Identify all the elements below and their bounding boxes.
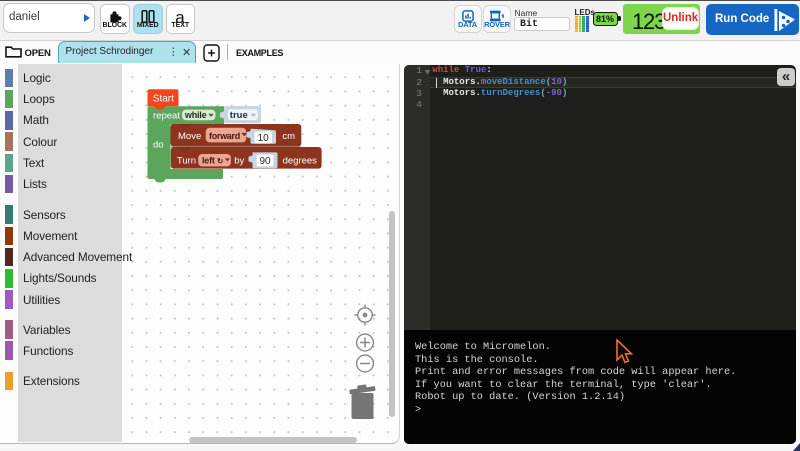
svg-text:degrees: degrees bbox=[283, 155, 318, 166]
svg-text:forward: forward bbox=[209, 131, 240, 141]
svg-text:left ↻: left ↻ bbox=[202, 156, 224, 166]
svg-text:Turn: Turn bbox=[177, 155, 196, 166]
svg-text:by: by bbox=[234, 155, 244, 166]
svg-text:10: 10 bbox=[258, 133, 270, 144]
svg-text:cm: cm bbox=[282, 131, 295, 142]
svg-text:90: 90 bbox=[259, 156, 271, 167]
svg-text:while: while bbox=[184, 110, 207, 120]
svg-text:repeat: repeat bbox=[153, 111, 180, 122]
svg-text:Move: Move bbox=[178, 131, 201, 142]
svg-text:do: do bbox=[153, 140, 164, 151]
svg-text:Start: Start bbox=[153, 94, 174, 105]
svg-text:true: true bbox=[230, 110, 248, 121]
